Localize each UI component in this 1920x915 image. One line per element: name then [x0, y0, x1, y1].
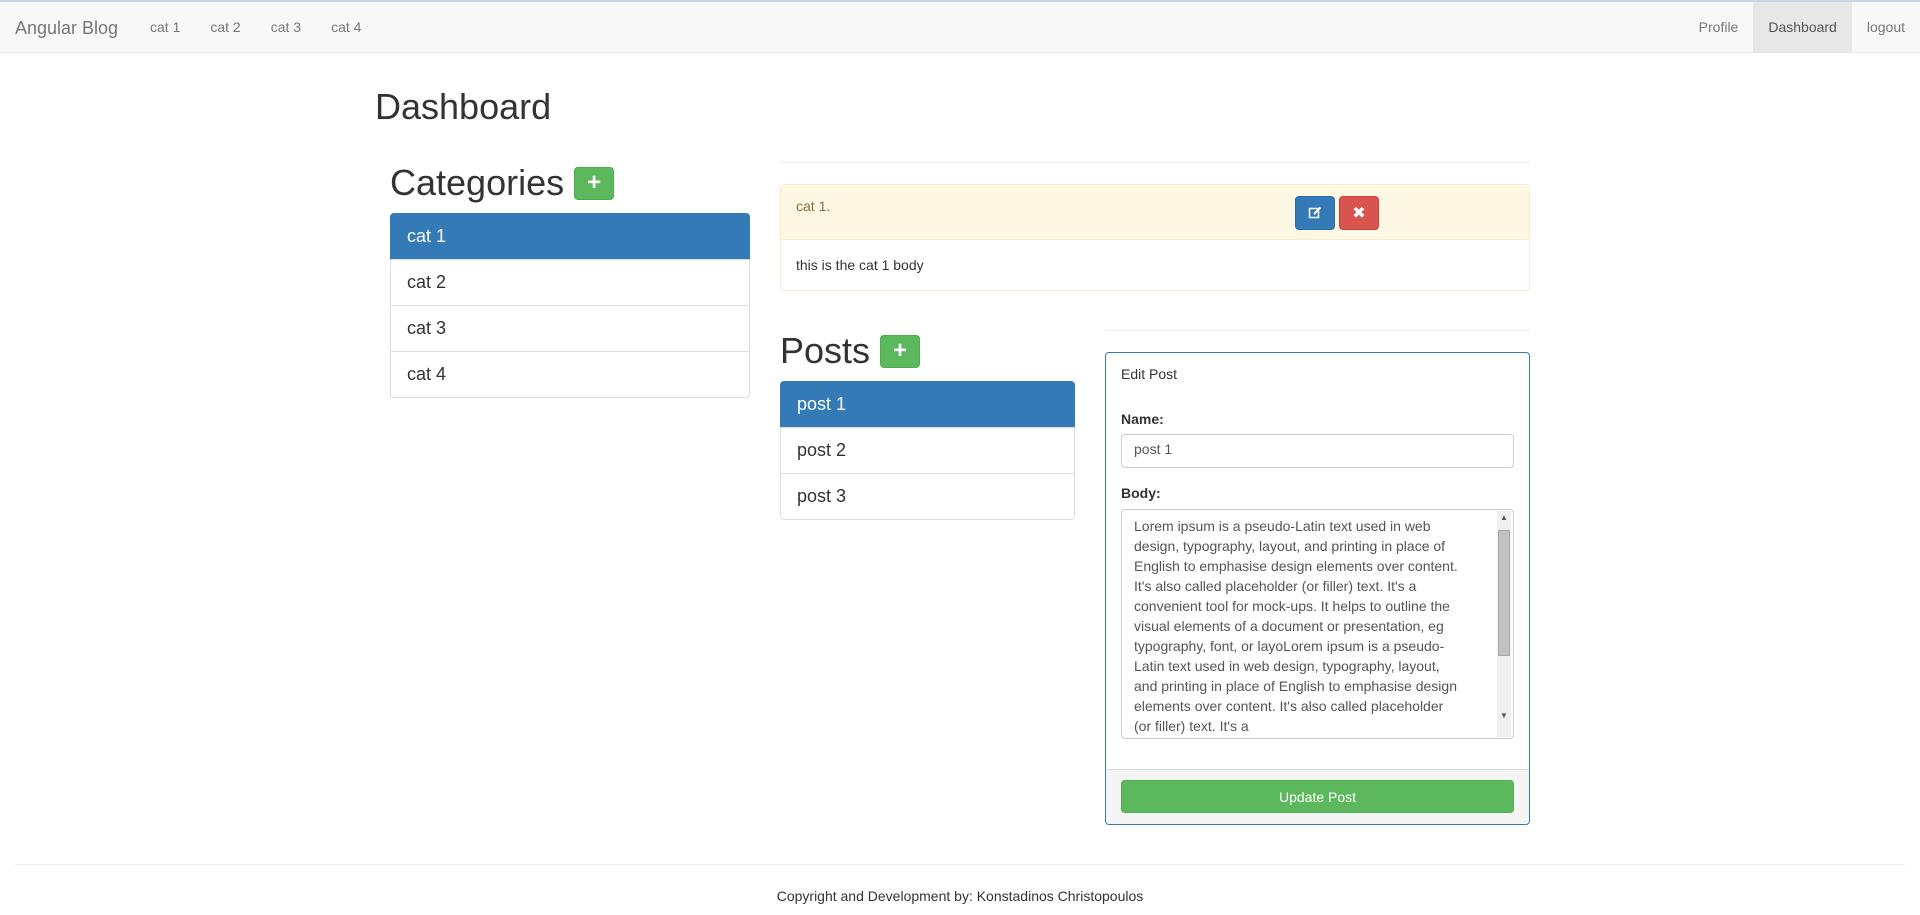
categories-header: Categories + [390, 162, 615, 204]
page-title: Dashboard [375, 86, 552, 127]
scroll-up-icon[interactable]: ▲ [1497, 511, 1511, 525]
brand-link[interactable]: Angular Blog [15, 18, 118, 39]
posts-title: Posts [780, 330, 871, 371]
category-item-1[interactable]: cat 1 [390, 213, 750, 260]
add-category-button[interactable]: + [574, 166, 615, 200]
textarea-scrollbar[interactable]: ▲ ▼ [1497, 511, 1511, 737]
top-navbar: Angular Blog cat 1 cat 2 cat 3 cat 4 Pro… [0, 0, 1920, 53]
category-detail-panel: cat 1. ✖ this is the cat 1 body [780, 184, 1530, 291]
category-item-4[interactable]: cat 4 [390, 351, 750, 398]
category-detail-title: cat 1. [796, 198, 831, 214]
categories-list: cat 1 cat 2 cat 3 cat 4 [390, 213, 750, 398]
post-item-2[interactable]: post 2 [780, 427, 1075, 474]
scroll-thumb[interactable] [1498, 530, 1510, 656]
nav-item-profile[interactable]: Profile [1684, 2, 1754, 53]
posts-list: post 1 post 2 post 3 [780, 381, 1075, 520]
close-icon: ✖ [1352, 205, 1366, 222]
nav-user: Profile Dashboard logout [1684, 2, 1920, 53]
delete-category-button[interactable]: ✖ [1339, 196, 1379, 230]
update-post-button[interactable]: Update Post [1121, 780, 1514, 813]
edit-category-button[interactable] [1295, 196, 1335, 230]
edit-post-footer: Update Post [1106, 769, 1529, 824]
category-item-3[interactable]: cat 3 [390, 305, 750, 352]
category-detail-body: this is the cat 1 body [796, 257, 924, 273]
post-body-textarea[interactable]: Lorem ipsum is a pseudo-Latin text used … [1121, 509, 1514, 739]
post-body-text: Lorem ipsum is a pseudo-Latin text used … [1134, 518, 1458, 734]
body-label: Body: [1121, 485, 1161, 501]
nav-item-cat-4[interactable]: cat 4 [316, 2, 376, 53]
edit-icon [1308, 206, 1322, 219]
category-item-2[interactable]: cat 2 [390, 259, 750, 306]
category-divider [780, 162, 1530, 163]
copyright-text: Copyright and Development by: Konstadino… [776, 888, 1144, 904]
scroll-down-icon[interactable]: ▼ [1497, 709, 1511, 723]
plus-icon: + [587, 169, 602, 196]
category-detail-heading: cat 1. ✖ [781, 185, 1529, 240]
categories-title: Categories [390, 162, 565, 203]
nav-item-cat-1[interactable]: cat 1 [135, 2, 195, 53]
nav-item-dashboard[interactable]: Dashboard [1753, 2, 1852, 53]
footer-divider [15, 864, 1905, 865]
nav-item-logout[interactable]: logout [1852, 2, 1920, 53]
plus-icon: + [893, 337, 908, 364]
nav-item-cat-3[interactable]: cat 3 [256, 2, 316, 53]
post-name-input[interactable]: post 1 [1121, 434, 1514, 468]
post-item-1[interactable]: post 1 [780, 381, 1075, 428]
edit-post-divider [1105, 330, 1530, 331]
edit-post-panel: Edit Post Name: post 1 Body: Lorem ipsum… [1105, 352, 1530, 825]
edit-post-title: Edit Post [1121, 366, 1178, 382]
name-label: Name: [1121, 411, 1164, 427]
nav-item-cat-2[interactable]: cat 2 [195, 2, 255, 53]
add-post-button[interactable]: + [880, 334, 921, 368]
nav-categories: cat 1 cat 2 cat 3 cat 4 [135, 2, 376, 53]
post-item-3[interactable]: post 3 [780, 473, 1075, 520]
posts-header: Posts + [780, 330, 921, 372]
